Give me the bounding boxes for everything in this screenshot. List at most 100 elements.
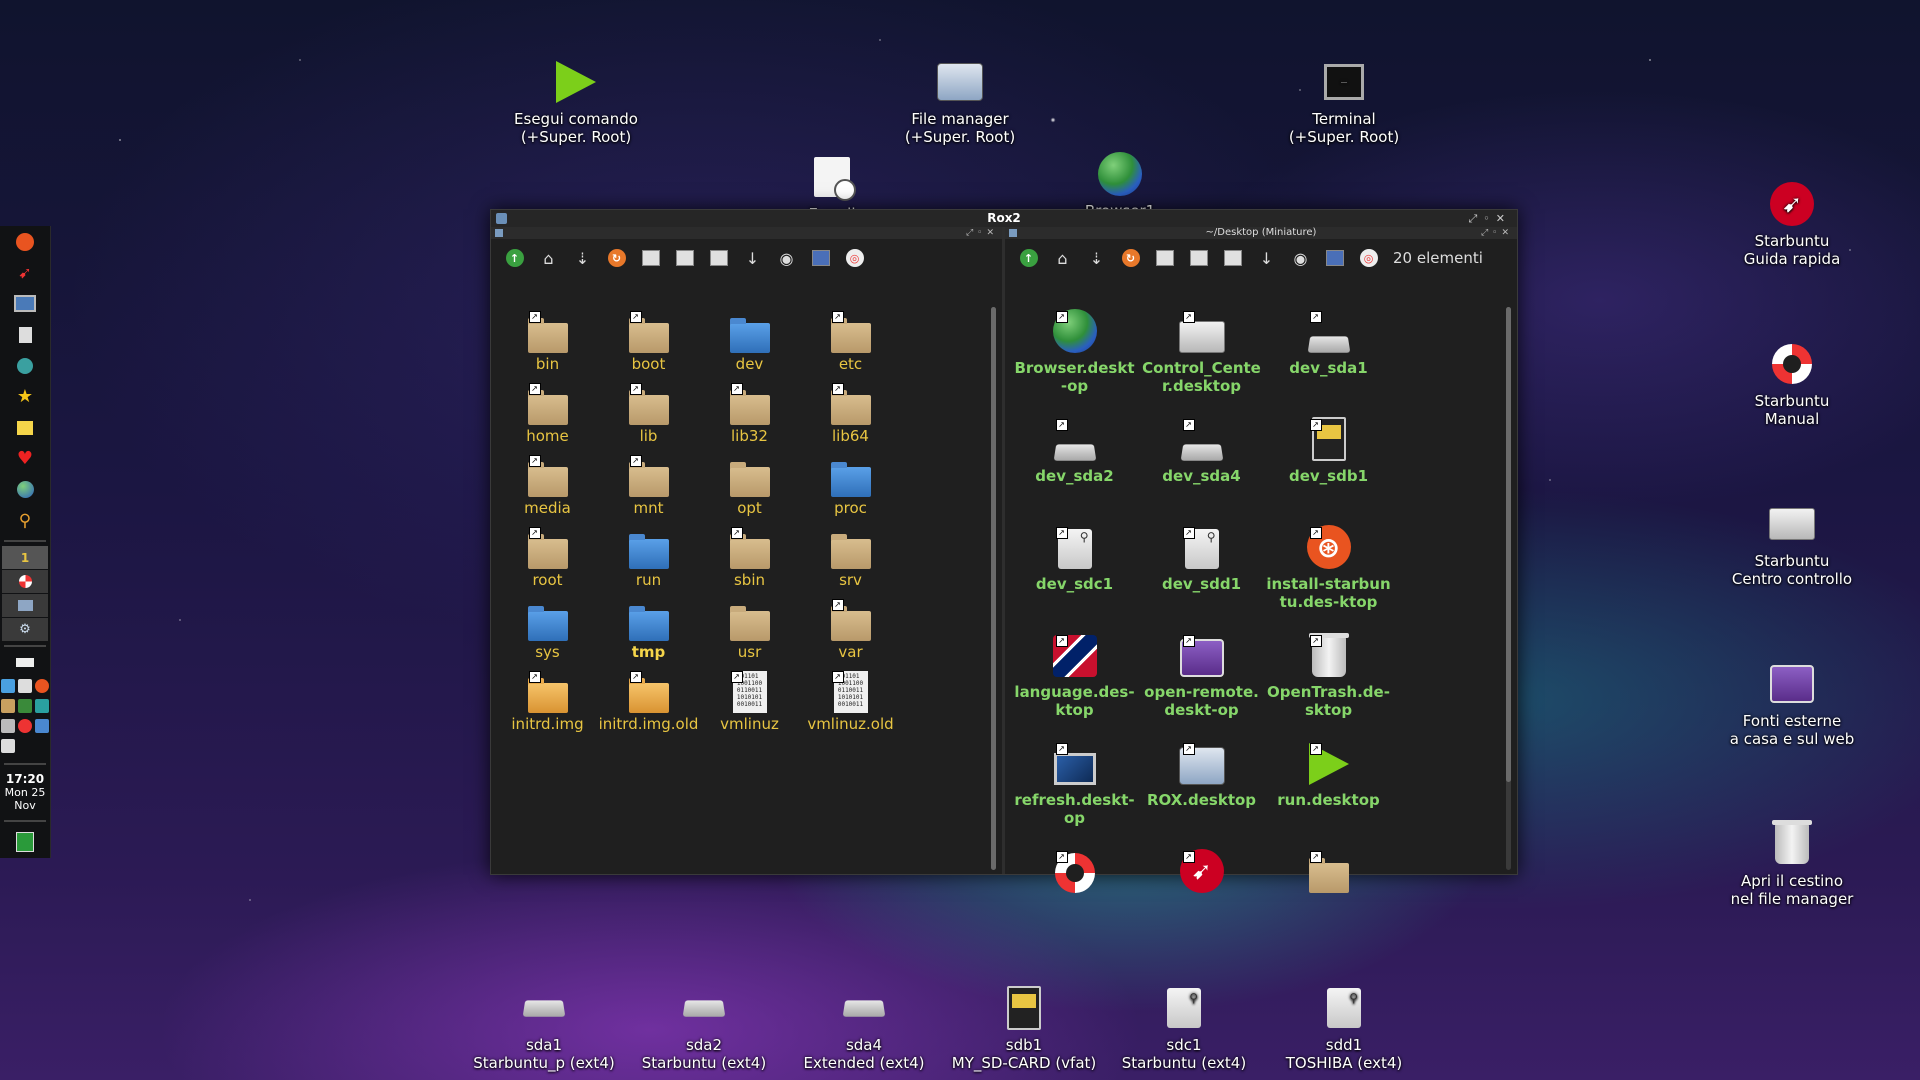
scrollbar-thumb[interactable] xyxy=(991,307,996,870)
desktop-drive-sda4[interactable]: sda4 Extended (ext4) xyxy=(774,984,954,1072)
ubuntu-menu-icon[interactable] xyxy=(0,226,50,257)
file-item[interactable]: ↗ etc xyxy=(800,311,901,383)
logout-icon[interactable] xyxy=(0,826,50,857)
maximize-icon[interactable]: ⤢ xyxy=(966,228,977,238)
home-button[interactable]: ⌂ xyxy=(537,247,560,270)
up-button[interactable]: ↑ xyxy=(1017,247,1040,270)
maximize-icon[interactable]: ⤢ xyxy=(1468,212,1483,225)
file-item[interactable]: tmp xyxy=(598,599,699,671)
file-item[interactable]: usr xyxy=(699,599,800,671)
desktop-file-item[interactable]: ↗ dev_sdd1 xyxy=(1138,527,1265,635)
desktop-icon-quick-guide[interactable]: ➹ Starbuntu Guida rapida xyxy=(1702,180,1882,268)
monitor-icon[interactable] xyxy=(0,288,50,319)
network-tray-icon[interactable] xyxy=(1,679,15,693)
pane-menu-icon[interactable] xyxy=(495,229,503,237)
files-tray-icon[interactable] xyxy=(1,699,15,713)
pen-tray-icon[interactable] xyxy=(18,679,32,693)
help-button[interactable]: ◎ xyxy=(1357,247,1380,270)
desktop-icon-run-command[interactable]: Esegui comando (+Super. Root) xyxy=(486,58,666,146)
scrollbar[interactable] xyxy=(991,307,996,870)
task-screen-icon[interactable] xyxy=(2,594,48,617)
show-hidden-button[interactable]: ◉ xyxy=(1289,247,1312,270)
desktop-file-item[interactable]: ↗ open-remote.deskt-op xyxy=(1138,635,1265,743)
desktop-file-item[interactable]: ↗ dev_sdc1 xyxy=(1011,527,1138,635)
file-item[interactable]: proc xyxy=(800,455,901,527)
desktop-file-item[interactable]: ➹ ↗ xyxy=(1138,849,1265,959)
resize-button[interactable] xyxy=(639,247,662,270)
small-icons-button[interactable] xyxy=(1187,247,1210,270)
workspace-switcher[interactable]: 1 xyxy=(2,546,48,569)
file-item[interactable]: 01101 1001100 0110011 1010101 0010011 ↗ vm… xyxy=(800,671,901,743)
desktop-drive-sda1[interactable]: sda1 Starbuntu_p (ext4) xyxy=(454,984,634,1072)
network-icon[interactable] xyxy=(0,350,50,381)
bookmarks-button[interactable]: ⇣ xyxy=(571,247,594,270)
desktop-file-item[interactable]: ⊛ ↗ install-starbuntu.des-ktop xyxy=(1265,525,1392,635)
monitor-tray-icon[interactable] xyxy=(18,699,32,713)
file-item[interactable]: 01101 1001100 0110011 1010101 0010011 ↗ vm… xyxy=(699,671,800,743)
bookmarks-button[interactable]: ⇣ xyxy=(1085,247,1108,270)
desktop-icon-control-center[interactable]: Starbuntu Centro controllo xyxy=(1702,500,1882,588)
desktop-file-item[interactable]: ↗ dev_sda4 xyxy=(1138,419,1265,527)
file-item[interactable]: ↗ lib64 xyxy=(800,383,901,455)
desktop-drive-sdd1[interactable]: sdd1 TOSHIBA (ext4) xyxy=(1254,984,1434,1072)
keyboard-icon[interactable] xyxy=(0,651,50,673)
desktop-icon-file-manager[interactable]: File manager (+Super. Root) xyxy=(870,58,1050,146)
details-button[interactable] xyxy=(1221,247,1244,270)
desktop-file-item[interactable]: ↗ dev_sdb1 xyxy=(1265,417,1392,527)
desktop-drive-sdb1[interactable]: sdb1 MY_SD-CARD (vfat) xyxy=(934,984,1114,1072)
small-icons-button[interactable] xyxy=(673,247,696,270)
window-titlebar[interactable]: Rox2 ⤢◦✕ xyxy=(491,210,1517,227)
desktop-file-item[interactable]: ↗ Control_Center.desktop xyxy=(1138,311,1265,419)
ubuntu-tray-icon[interactable] xyxy=(35,679,49,693)
file-item[interactable]: ↗ media xyxy=(497,455,598,527)
printer-icon[interactable] xyxy=(1,739,15,753)
scrollbar[interactable] xyxy=(1506,307,1511,870)
clipboard-icon[interactable] xyxy=(0,319,50,350)
file-item[interactable]: ↗ sbin xyxy=(699,527,800,599)
desktop-file-item[interactable]: ↗ dev_sda2 xyxy=(1011,419,1138,527)
home-button[interactable]: ⌂ xyxy=(1051,247,1074,270)
desktop-file-item[interactable]: ↗ dev_sda1 xyxy=(1265,311,1392,419)
star-icon[interactable]: ★ xyxy=(0,381,50,412)
sort-button[interactable]: ↓ xyxy=(1255,247,1278,270)
file-item[interactable]: ↗ home xyxy=(497,383,598,455)
notes-icon[interactable] xyxy=(0,412,50,443)
desktop-file-item[interactable]: ↗ language.des-ktop xyxy=(1011,635,1138,743)
up-button[interactable]: ↑ xyxy=(503,247,526,270)
desktop-icon-terminal[interactable]: _ Terminal (+Super. Root) xyxy=(1254,58,1434,146)
update-tray-icon[interactable] xyxy=(35,699,49,713)
select-button[interactable] xyxy=(809,247,832,270)
sort-button[interactable]: ↓ xyxy=(741,247,764,270)
desktop-file-item[interactable]: ↗ refresh.deskt-op xyxy=(1011,743,1138,851)
select-button[interactable] xyxy=(1323,247,1346,270)
file-item[interactable]: ↗ bin xyxy=(497,311,598,383)
desktop-icon-trash[interactable]: Apri il cestino nel file manager xyxy=(1702,820,1882,908)
desktop-file-item[interactable]: ↗ OpenTrash.de-sktop xyxy=(1265,633,1392,743)
close-icon[interactable]: ✕ xyxy=(1501,228,1513,238)
scrollbar-thumb[interactable] xyxy=(1506,307,1511,782)
details-button[interactable] xyxy=(707,247,730,270)
task-settings-icon[interactable]: ⚙ xyxy=(2,618,48,641)
maximize-icon[interactable]: ⤢ xyxy=(1481,228,1492,238)
file-item[interactable]: ↗ root xyxy=(497,527,598,599)
file-item[interactable]: ↗ boot xyxy=(598,311,699,383)
rocket-launcher-icon[interactable]: ➹ xyxy=(0,257,50,288)
heart-icon[interactable]: ♥ xyxy=(0,443,50,474)
desktop-icon-manual[interactable]: Starbuntu Manual xyxy=(1702,340,1882,428)
file-item[interactable]: ↗ mnt xyxy=(598,455,699,527)
file-item[interactable]: opt xyxy=(699,455,800,527)
apps-tray-icon[interactable] xyxy=(35,719,49,733)
volume-icon[interactable] xyxy=(1,719,15,733)
desktop-drive-sdc1[interactable]: sdc1 Starbuntu (ext4) xyxy=(1094,984,1274,1072)
desktop-file-item[interactable]: ↗ run.desktop xyxy=(1265,743,1392,851)
search-icon[interactable]: ⚲ xyxy=(0,505,50,536)
help-button[interactable]: ◎ xyxy=(843,247,866,270)
desktop-drive-sda2[interactable]: sda2 Starbuntu (ext4) xyxy=(614,984,794,1072)
desktop-file-item[interactable]: ↗ Browser.deskt-op xyxy=(1011,309,1138,419)
resize-button[interactable] xyxy=(1153,247,1176,270)
window-menu-icon[interactable] xyxy=(496,213,507,224)
file-item[interactable]: run xyxy=(598,527,699,599)
file-item[interactable]: dev xyxy=(699,311,800,383)
help-tray-icon[interactable] xyxy=(18,719,32,733)
scan-button[interactable]: ↻ xyxy=(1119,247,1142,270)
